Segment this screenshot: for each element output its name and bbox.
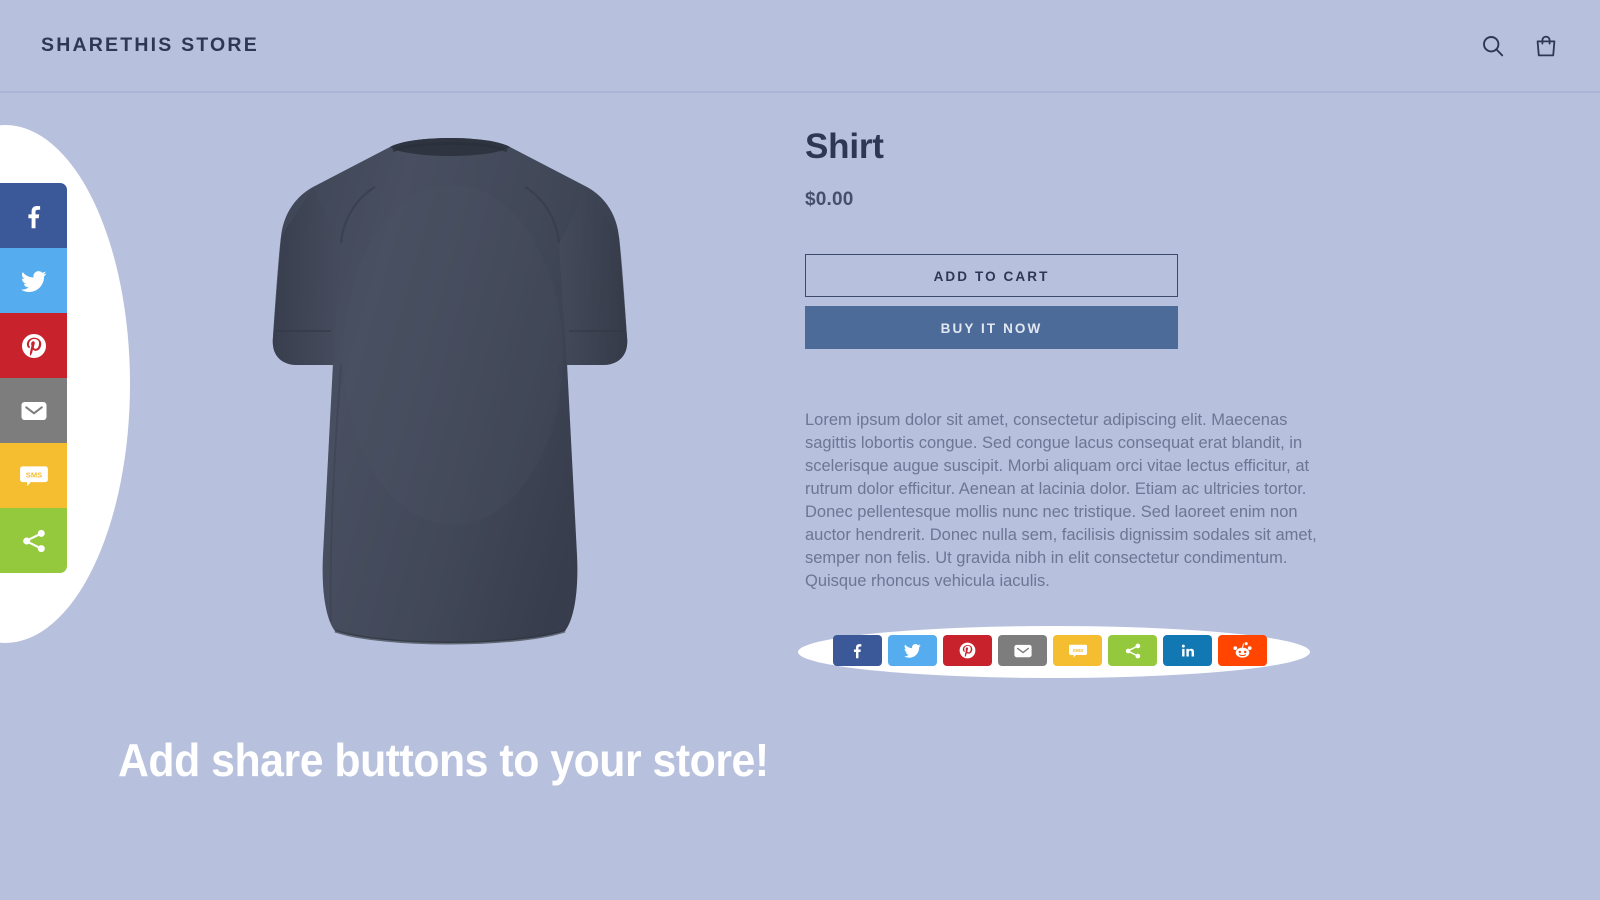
sms-icon: SMS: [17, 461, 51, 491]
left-share-rail: SMS: [0, 183, 67, 573]
search-icon[interactable]: [1480, 33, 1506, 59]
inline-share-button-email[interactable]: [998, 635, 1047, 666]
product-price: $0.00: [805, 188, 854, 210]
rail-share-button-pinterest[interactable]: [0, 313, 67, 378]
reddit-icon: [1232, 640, 1253, 661]
rail-share-button-sms[interactable]: SMS: [0, 443, 67, 508]
inline-share-button-reddit[interactable]: [1218, 635, 1267, 666]
store-name[interactable]: SHARETHIS STORE: [41, 34, 259, 57]
email-icon: [18, 398, 50, 424]
inline-share-row: SMS: [833, 635, 1267, 666]
buy-it-now-button[interactable]: Buy it now: [805, 305, 1178, 349]
inline-share-button-pinterest[interactable]: [943, 635, 992, 666]
product-info: Shirt $0.00 Add to cart Buy it now Lorem…: [805, 127, 1325, 593]
rail-share-button-email[interactable]: [0, 378, 67, 443]
rail-share-button-sharethis[interactable]: [0, 508, 67, 573]
share-icon: [1123, 641, 1143, 661]
svg-text:SMS: SMS: [1072, 647, 1083, 653]
linkedin-icon: [1178, 641, 1198, 661]
svg-text:SMS: SMS: [25, 470, 41, 479]
shirt-illustration: [272, 138, 628, 645]
rail-share-button-facebook[interactable]: [0, 183, 67, 248]
email-icon: [1012, 642, 1034, 660]
pinterest-icon: [957, 640, 978, 661]
product-description: Lorem ipsum dolor sit amet, consectetur …: [805, 410, 1317, 590]
pinterest-icon: [18, 330, 50, 362]
inline-share-button-twitter[interactable]: [888, 635, 937, 666]
facebook-icon: [19, 201, 49, 231]
promo-headline: Add share buttons to your store!: [118, 734, 769, 786]
sms-icon: SMS: [1067, 641, 1089, 661]
add-to-cart-button[interactable]: Add to cart: [805, 253, 1178, 297]
inline-share-button-sms[interactable]: SMS: [1053, 635, 1102, 666]
facebook-icon: [848, 641, 867, 660]
cart-icon[interactable]: [1533, 33, 1559, 59]
product-image[interactable]: [150, 115, 750, 675]
inline-share-button-sharethis[interactable]: [1108, 635, 1157, 666]
inline-share-button-facebook[interactable]: [833, 635, 882, 666]
rail-share-button-twitter[interactable]: [0, 248, 67, 313]
twitter-icon: [902, 640, 923, 661]
share-icon: [19, 526, 49, 556]
site-header: SHARETHIS STORE: [0, 0, 1600, 93]
page-title: Shirt: [805, 127, 884, 166]
purchase-buttons: Add to cart Buy it now: [805, 253, 1178, 349]
header-actions: [1480, 33, 1559, 59]
inline-share-button-linkedin[interactable]: [1163, 635, 1212, 666]
twitter-icon: [18, 265, 50, 297]
